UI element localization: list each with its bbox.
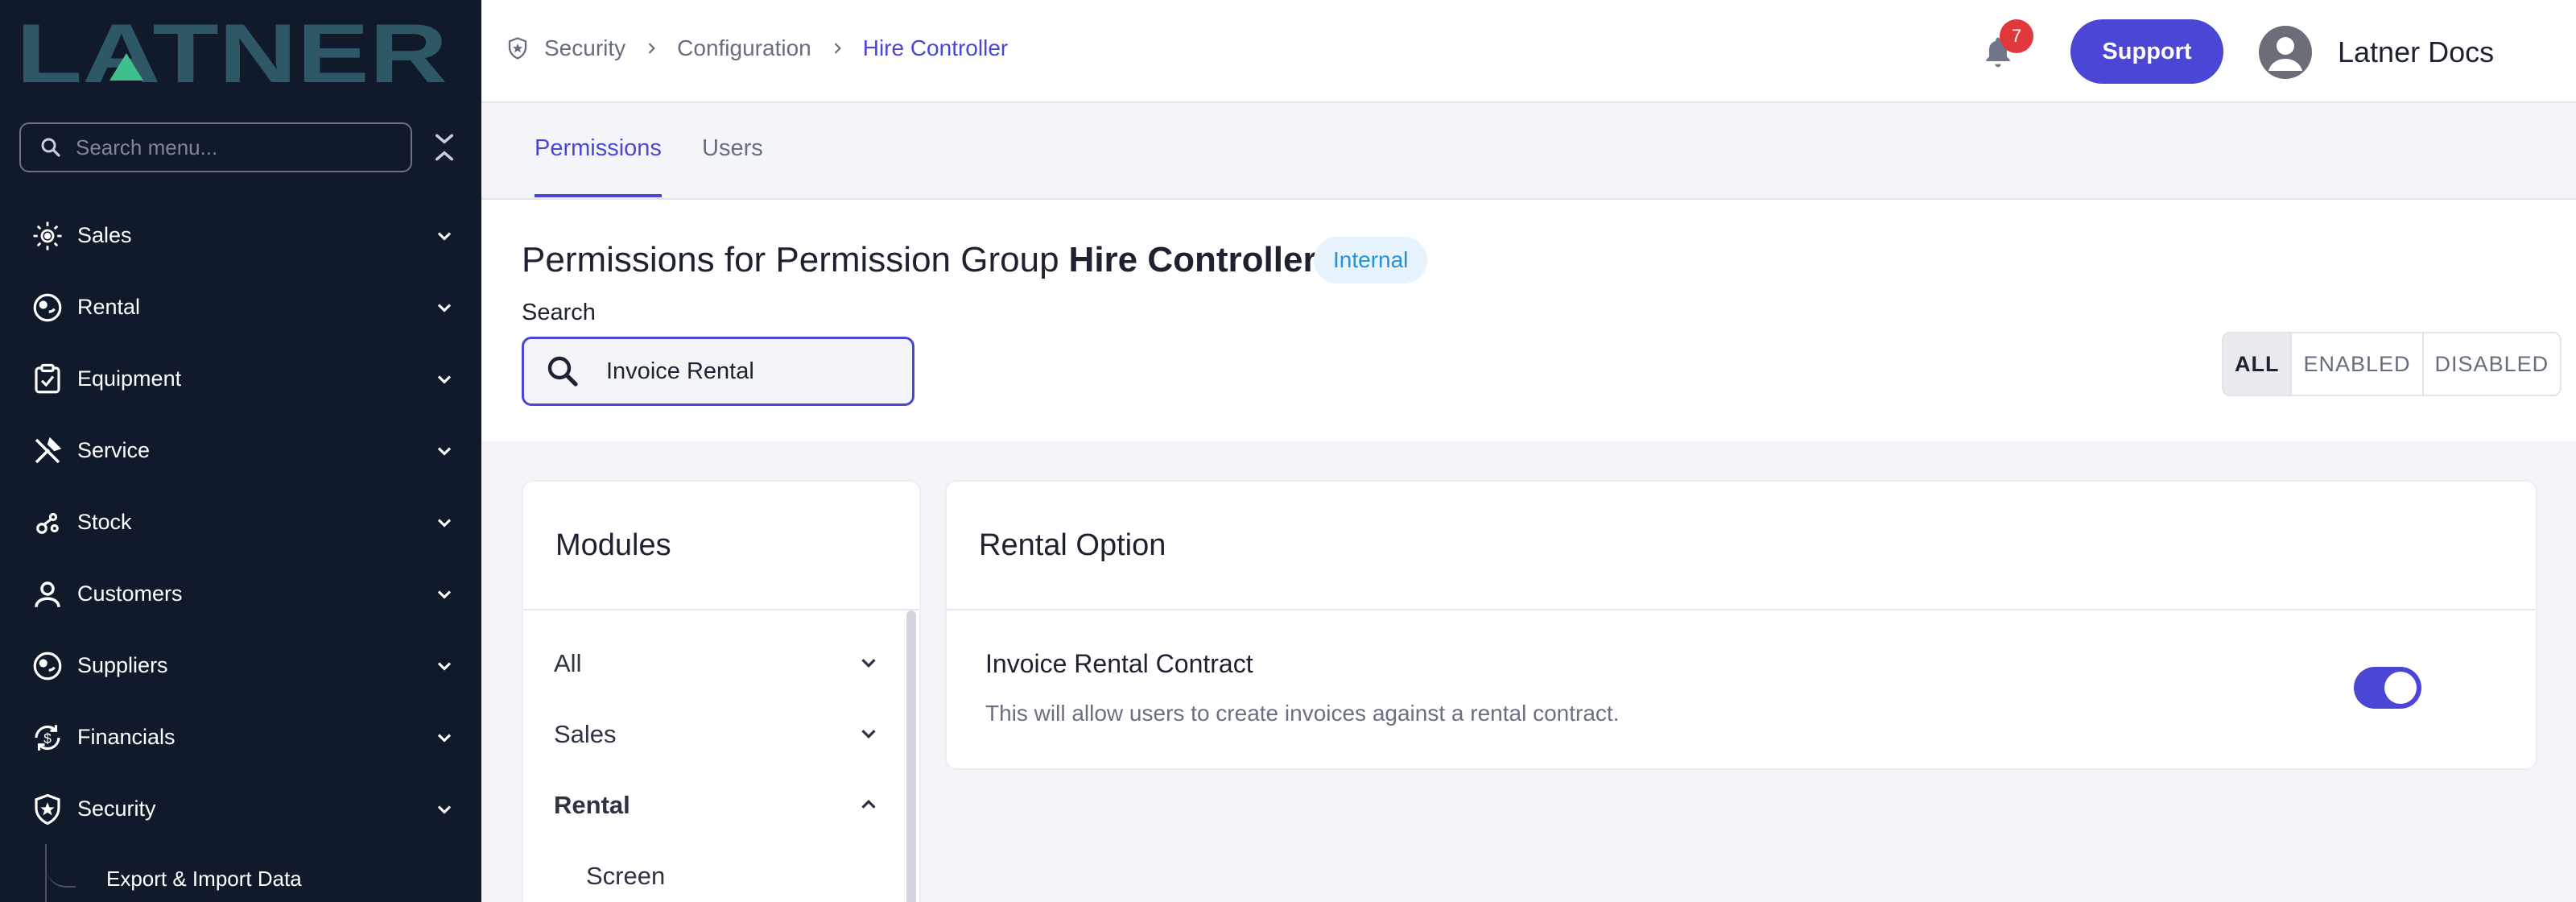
shield-icon [508, 37, 527, 60]
rental-icon [33, 293, 62, 321]
module-rental[interactable]: Rental [554, 791, 630, 820]
filter-enabled[interactable]: ENABLED [2292, 333, 2424, 395]
sidebar: LATNER Sales Rental Equipment Service [0, 0, 481, 902]
avatar[interactable] [2259, 26, 2312, 79]
sidebar-item-label: Rental [77, 295, 141, 319]
breadcrumb-security[interactable]: Security [544, 35, 625, 61]
sidebar-search[interactable] [19, 122, 412, 172]
sidebar-item-label: Stock [77, 510, 132, 534]
clipboard-check-icon [35, 363, 60, 393]
chevron-down-icon [437, 661, 452, 671]
sidebar-item-rental[interactable]: Rental [0, 271, 481, 343]
sidebar-item-label: Customers [77, 581, 183, 606]
search-icon [41, 138, 60, 157]
stock-icon [36, 512, 59, 534]
chevron-down-icon [437, 805, 452, 814]
modules-scrollbar[interactable] [906, 610, 916, 902]
sidebar-item-label: Suppliers [77, 653, 168, 677]
support-button[interactable]: Support [2070, 19, 2223, 84]
permission-name: Invoice Rental Contract [985, 649, 1253, 678]
modules-header: Modules [523, 482, 919, 610]
modules-card: Modules [522, 480, 921, 902]
user-avatar-icon [2268, 37, 2302, 71]
sidebar-item-equipment[interactable]: Equipment [0, 343, 481, 415]
chevron-down-icon [437, 231, 452, 241]
chevron-right-icon [834, 43, 841, 54]
permission-search[interactable] [522, 337, 914, 406]
breadcrumb: Security Configuration Hire Controller [506, 35, 1008, 61]
permission-toggle[interactable] [2354, 667, 2421, 709]
option-header: Rental Option [947, 482, 2536, 610]
chevron-up-icon[interactable] [857, 792, 881, 817]
toggle-knob [2384, 672, 2417, 704]
option-card: Rental Option Invoice Rental Contract Th… [945, 480, 2537, 770]
modules-title: Modules [555, 528, 671, 562]
sidebar-item-service[interactable]: Service [0, 415, 481, 486]
tab-permissions[interactable]: Permissions [535, 135, 662, 197]
tab-bar: Permissions Users [481, 103, 2576, 200]
suppliers-icon [33, 652, 62, 680]
page-header-panel: Permissions for Permission Group Hire Con… [481, 200, 2576, 441]
sidebar-item-label: Sales [77, 223, 132, 247]
breadcrumb-hire-controller[interactable]: Hire Controller [863, 35, 1009, 61]
notification-badge: 7 [2000, 19, 2033, 53]
sidebar-item-suppliers[interactable]: Suppliers [0, 630, 481, 701]
page-title-group: Hire Controller [1068, 240, 1317, 279]
chevron-down-icon [437, 590, 452, 599]
sidebar-item-stock[interactable]: Stock [0, 486, 481, 558]
user-icon [35, 581, 60, 607]
latner-logo[interactable]: LATNER [16, 16, 451, 89]
option-title: Rental Option [979, 528, 1166, 562]
svg-text:LATNER: LATNER [16, 16, 448, 89]
search-label: Search [522, 300, 596, 325]
filter-all[interactable]: ALL [2223, 333, 2293, 395]
collapse-icon[interactable] [431, 131, 457, 163]
shield-star-icon [35, 793, 60, 825]
module-rental-screen[interactable]: Screen [586, 862, 665, 891]
status-filter: ALL ENABLED DISABLED [2222, 332, 2562, 396]
sidebar-item-label: Security [77, 796, 156, 821]
user-name[interactable]: Latner Docs [2338, 35, 2494, 69]
module-sales[interactable]: Sales [554, 720, 617, 749]
sidebar-item-label: Equipment [77, 366, 182, 391]
sidebar-menu: Sales Rental Equipment Service Stock Cus… [0, 200, 481, 845]
tab-users[interactable]: Users [702, 135, 763, 194]
chevron-down-icon [437, 518, 452, 528]
module-all[interactable]: All [554, 649, 581, 678]
sales-icon [33, 221, 62, 250]
permission-search-input[interactable] [606, 358, 872, 385]
permission-description: This will allow users to create invoices… [985, 701, 1620, 726]
chevron-down-icon [437, 446, 452, 456]
chevron-down-icon[interactable] [857, 722, 881, 746]
chevron-down-icon [437, 303, 452, 312]
sidebar-subitem-export-import[interactable]: Export & Import Data [106, 867, 302, 892]
sidebar-item-customers[interactable]: Customers [0, 558, 481, 630]
tree-connector [45, 844, 93, 902]
page-title: Permissions for Permission Group Hire Con… [522, 240, 1317, 280]
breadcrumb-configuration[interactable]: Configuration [677, 35, 811, 61]
chevron-down-icon [437, 374, 452, 384]
svg-text:$: $ [43, 730, 52, 747]
sidebar-item-sales[interactable]: Sales [0, 200, 481, 271]
sidebar-search-input[interactable] [76, 134, 398, 160]
header: Security Configuration Hire Controller 7… [481, 0, 2576, 103]
filter-disabled[interactable]: DISABLED [2424, 333, 2561, 395]
tools-icon [35, 437, 62, 463]
sidebar-item-label: Service [77, 438, 151, 462]
sidebar-item-label: Financials [77, 725, 175, 749]
currency-cycle-icon: $ [35, 724, 60, 751]
chevron-down-icon [437, 733, 452, 743]
search-icon [547, 356, 578, 387]
chevron-right-icon [648, 43, 656, 54]
sidebar-item-financials[interactable]: $ Financials [0, 701, 481, 773]
page-title-prefix: Permissions for Permission Group [522, 240, 1059, 279]
status-badge: Internal [1314, 237, 1428, 283]
sidebar-item-security[interactable]: Security [0, 773, 481, 845]
chevron-down-icon[interactable] [857, 651, 881, 675]
